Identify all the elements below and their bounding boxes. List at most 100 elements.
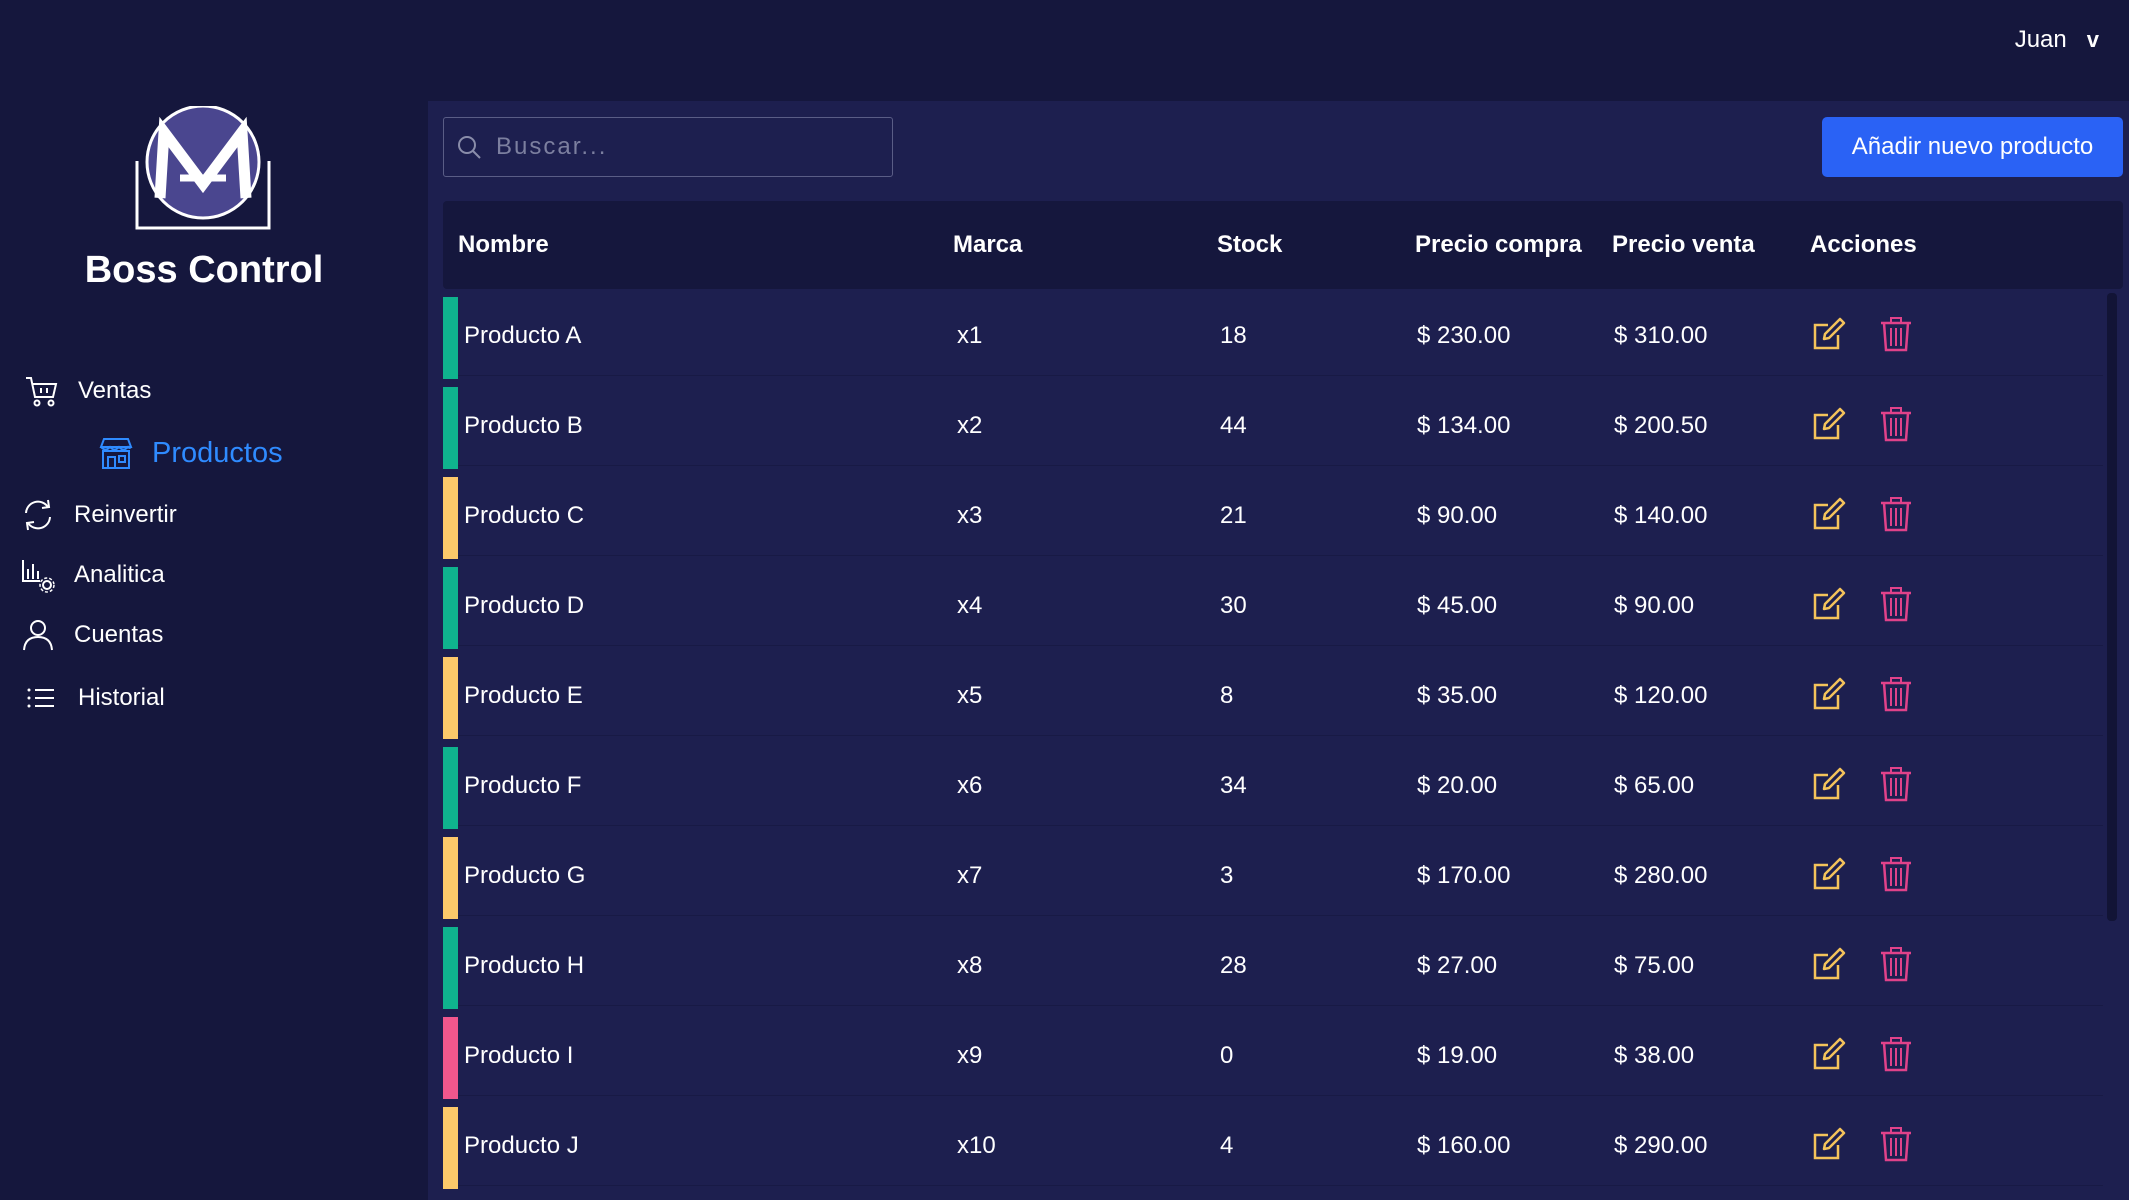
sidebar-item-productos[interactable]: Productos (98, 435, 283, 471)
status-indicator (443, 387, 458, 469)
cell-stock: 21 (1220, 502, 1247, 529)
status-indicator (443, 657, 458, 739)
sidebar-item-analitica[interactable]: Analitica (20, 557, 165, 593)
table-row[interactable]: Producto D x4 30 $ 45.00 $ 90.00 (443, 564, 2103, 649)
delete-icon[interactable] (1879, 316, 1913, 352)
cell-marca: x7 (957, 862, 983, 889)
edit-icon[interactable] (1812, 766, 1846, 802)
boss-control-logo-icon (135, 104, 271, 230)
cell-precio-venta: $ 90.00 (1614, 592, 1695, 619)
edit-icon[interactable] (1812, 406, 1846, 442)
column-header-marca[interactable]: Marca (953, 231, 1022, 259)
add-product-button[interactable]: Añadir nuevo producto (1822, 117, 2123, 177)
cell-precio-venta: $ 280.00 (1614, 862, 1708, 889)
edit-icon[interactable] (1812, 856, 1846, 892)
table-row[interactable]: Producto I x9 0 $ 19.00 $ 38.00 (443, 1014, 2103, 1099)
sidebar-item-label: Productos (152, 436, 283, 469)
column-header-stock[interactable]: Stock (1217, 231, 1282, 259)
cell-nombre: Producto B (464, 412, 583, 439)
cell-marca: x2 (957, 412, 983, 439)
cell-precio-venta: $ 290.00 (1614, 1132, 1708, 1159)
cell-stock: 28 (1220, 952, 1247, 979)
delete-icon[interactable] (1879, 1126, 1913, 1162)
cell-precio-venta: $ 140.00 (1614, 502, 1708, 529)
cell-precio-venta: $ 200.50 (1614, 412, 1708, 439)
sidebar-item-label: Historial (78, 684, 165, 711)
top-bar: Juan v (0, 0, 2129, 101)
table-row[interactable]: Producto G x7 3 $ 170.00 $ 280.00 (443, 834, 2103, 919)
table-row[interactable]: Producto E x5 8 $ 35.00 $ 120.00 (443, 654, 2103, 739)
search-box[interactable] (443, 117, 893, 177)
edit-icon[interactable] (1812, 676, 1846, 712)
app-name: Boss Control (84, 249, 324, 291)
sidebar-item-historial[interactable]: Historial (24, 680, 165, 716)
search-icon (458, 136, 481, 159)
table-row[interactable]: Producto J x10 4 $ 160.00 $ 290.00 (443, 1104, 2103, 1189)
cell-precio-compra: $ 160.00 (1417, 1132, 1511, 1159)
list-icon (27, 688, 54, 708)
edit-icon[interactable] (1812, 1036, 1846, 1072)
cell-precio-compra: $ 20.00 (1417, 772, 1498, 799)
sidebar-item-reinvertir[interactable]: Reinvertir (20, 497, 177, 533)
cell-marca: x6 (957, 772, 983, 799)
cell-nombre: Producto A (464, 322, 582, 349)
sidebar-item-cuentas[interactable]: Cuentas (20, 617, 163, 653)
table-row[interactable]: Producto H x8 28 $ 27.00 $ 75.00 (443, 924, 2103, 1009)
status-indicator (443, 837, 458, 919)
cell-marca: x3 (957, 502, 983, 529)
column-header-acciones: Acciones (1810, 231, 1917, 258)
cell-nombre: Producto E (464, 682, 583, 709)
cell-marca: x4 (957, 592, 983, 619)
cell-marca: x10 (957, 1132, 996, 1159)
main-panel: Añadir nuevo producto Nombre Marca Stock… (428, 101, 2129, 1200)
cell-precio-compra: $ 170.00 (1417, 862, 1511, 889)
delete-icon[interactable] (1879, 496, 1913, 532)
chevron-down-icon[interactable]: v (2087, 27, 2099, 53)
status-indicator (443, 1017, 458, 1099)
column-header-precio-compra[interactable]: Precio compra (1415, 231, 1582, 259)
table-row[interactable]: Producto B x2 44 $ 134.00 $ 200.50 (443, 384, 2103, 469)
chart-settings-icon (22, 560, 55, 593)
cell-stock: 0 (1220, 1042, 1234, 1069)
cell-marca: x9 (957, 1042, 983, 1069)
cell-stock: 44 (1220, 412, 1247, 439)
delete-icon[interactable] (1879, 406, 1913, 442)
column-header-precio-venta[interactable]: Precio venta (1612, 231, 1755, 259)
user-name[interactable]: Juan (2015, 26, 2067, 54)
edit-icon[interactable] (1812, 496, 1846, 532)
sidebar-item-ventas[interactable]: Ventas (24, 373, 151, 409)
sidebar: Boss Control Ventas Productos Reinvertir… (0, 101, 428, 1200)
store-icon (99, 438, 133, 469)
edit-icon[interactable] (1812, 586, 1846, 622)
cell-marca: x5 (957, 682, 983, 709)
delete-icon[interactable] (1879, 766, 1913, 802)
cell-precio-compra: $ 27.00 (1417, 952, 1498, 979)
edit-icon[interactable] (1812, 1126, 1846, 1162)
status-indicator (443, 747, 458, 829)
delete-icon[interactable] (1879, 946, 1913, 982)
cart-icon (26, 377, 58, 407)
logo (134, 104, 272, 231)
status-indicator (443, 927, 458, 1009)
user-icon (23, 620, 53, 651)
search-input[interactable] (496, 133, 876, 161)
cell-nombre: Producto J (464, 1132, 579, 1159)
delete-icon[interactable] (1879, 856, 1913, 892)
table-scrollbar[interactable] (2107, 293, 2117, 921)
delete-icon[interactable] (1879, 676, 1913, 712)
cell-precio-venta: $ 38.00 (1614, 1042, 1695, 1069)
column-header-nombre[interactable]: Nombre (458, 231, 549, 259)
cell-nombre: Producto D (464, 592, 585, 619)
cell-precio-venta: $ 75.00 (1614, 952, 1695, 979)
user-menu[interactable]: Juan v (2015, 26, 2099, 54)
cell-precio-compra: $ 134.00 (1417, 412, 1511, 439)
edit-icon[interactable] (1812, 316, 1846, 352)
table-row[interactable]: Producto A x1 18 $ 230.00 $ 310.00 (443, 294, 2103, 379)
delete-icon[interactable] (1879, 1036, 1913, 1072)
table-row[interactable]: Producto F x6 34 $ 20.00 $ 65.00 (443, 744, 2103, 829)
cell-nombre: Producto H (464, 952, 585, 979)
status-indicator (443, 297, 458, 379)
delete-icon[interactable] (1879, 586, 1913, 622)
table-row[interactable]: Producto C x3 21 $ 90.00 $ 140.00 (443, 474, 2103, 559)
edit-icon[interactable] (1812, 946, 1846, 982)
